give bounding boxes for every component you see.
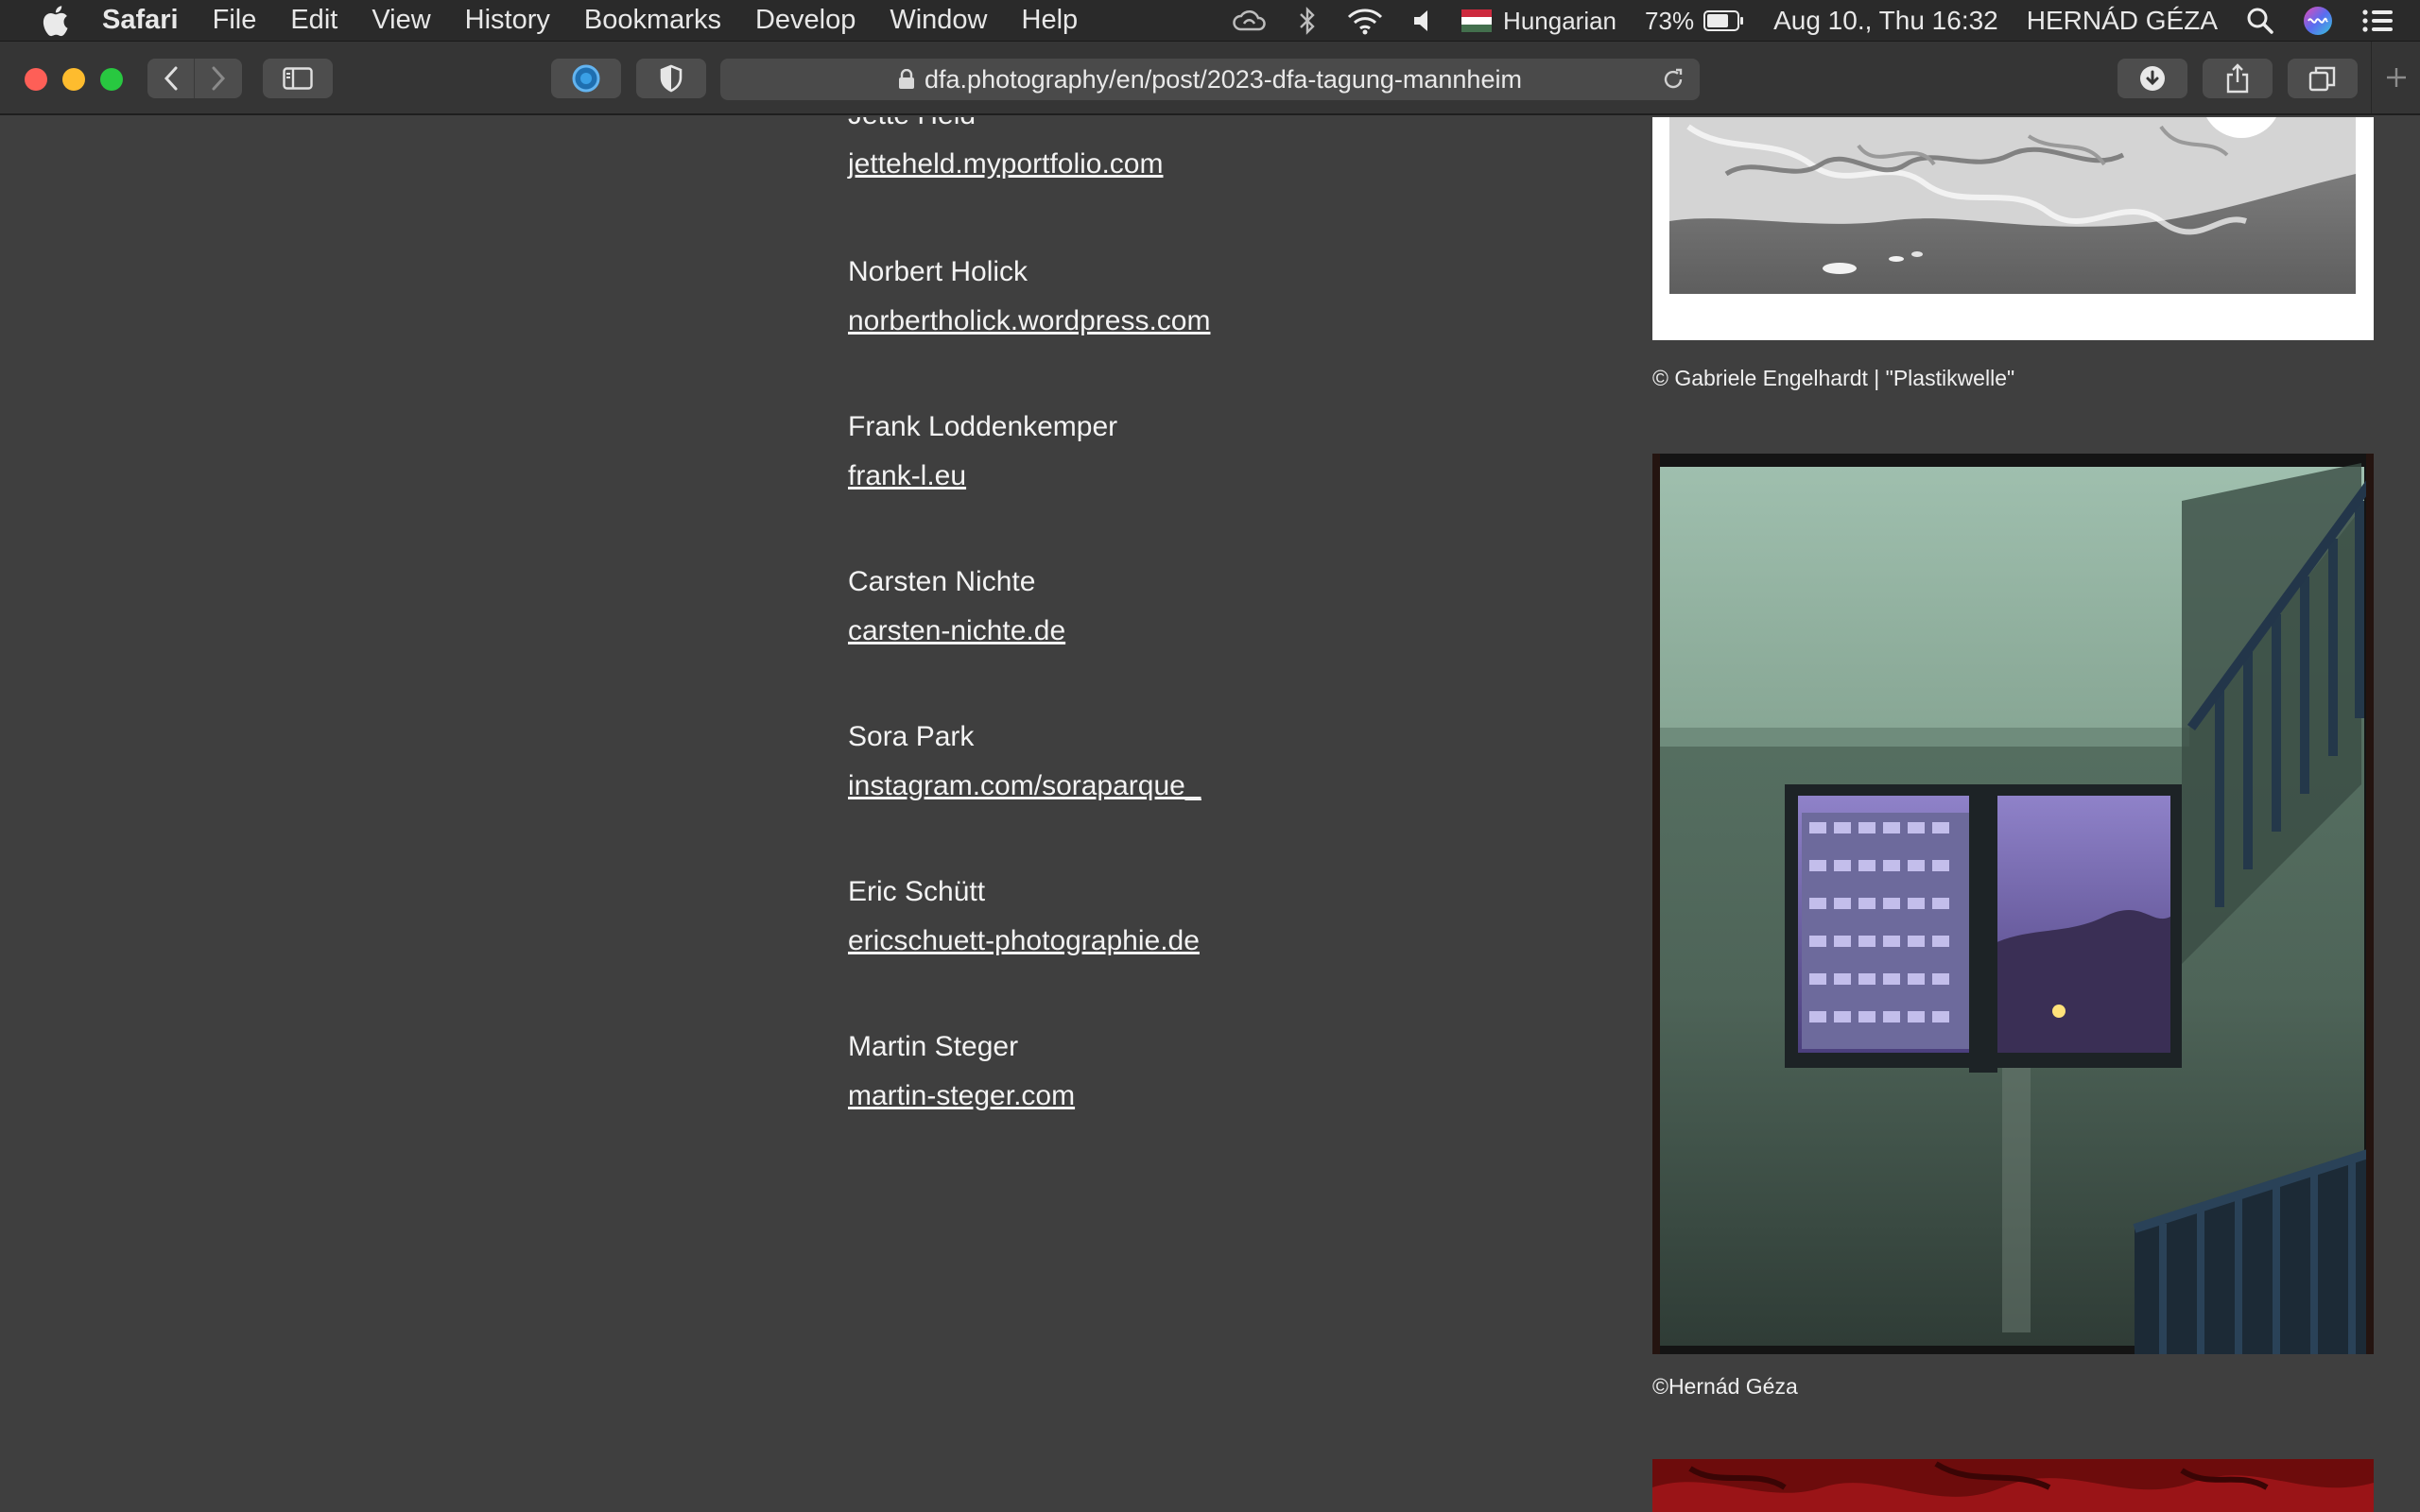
download-icon [2140,66,2165,91]
contact-name: Norbert Holick [848,256,1028,287]
contact-entry: Norbert Holick norbertholick.wordpress.c… [848,255,1210,338]
plus-icon [2386,68,2406,87]
user-menu[interactable]: HERNÁD GÉZA [2027,6,2218,36]
contact-name: Martin Steger [848,1031,1019,1062]
share-button[interactable] [2203,59,2273,98]
menu-bookmarks[interactable]: Bookmarks [584,5,721,36]
contact-link[interactable]: jetteheld.myportfolio.com [848,147,1164,181]
page-content: Jette Held jetteheld.myportfolio.com Nor… [0,117,2420,1512]
menu-safari[interactable]: Safari [102,5,179,36]
reload-button[interactable] [1660,66,1686,99]
apple-menu-icon[interactable] [38,4,72,38]
contact-name: Sora Park [848,721,975,752]
back-button[interactable] [147,59,195,98]
input-source-label: Hungarian [1503,6,1617,35]
menu-bar: Safari File Edit View History Bookmarks … [0,0,2420,42]
downloads-button[interactable] [2118,59,2187,98]
menu-develop[interactable]: Develop [755,5,856,36]
browser-toolbar: dfa.photography/en/post/2023-dfa-tagung-… [0,42,2420,115]
menu-file[interactable]: File [213,5,257,36]
chevron-right-icon [212,66,226,91]
contact-name: Carsten Nichte [848,566,1036,597]
battery-icon [1703,10,1744,31]
sidebar-toggle-button[interactable] [263,59,333,98]
photo-plastikwelle [1652,117,2374,340]
contact-link[interactable]: instagram.com/soraparque_ [848,769,1201,803]
spotlight-search-icon[interactable] [2246,7,2274,35]
new-tab-button[interactable] [2371,42,2420,113]
contact-entry: Frank Loddenkemper frank-l.eu [848,410,1117,493]
menu-view[interactable]: View [372,5,430,36]
battery-percent: 73% [1645,6,1695,35]
minimize-window-button[interactable] [62,68,85,91]
photo-caption-hernad: ©Hernád Géza [1652,1374,1798,1399]
contact-link[interactable]: martin-steger.com [848,1079,1075,1113]
contact-entry: Sora Park instagram.com/soraparque_ [848,720,1201,803]
shield-icon [660,64,683,93]
forward-button[interactable] [195,59,242,98]
contact-name: Frank Loddenkemper [848,411,1118,442]
contact-link[interactable]: norbertholick.wordpress.com [848,304,1210,338]
address-bar[interactable]: dfa.photography/en/post/2023-dfa-tagung-… [720,59,1700,100]
chevron-left-icon [164,66,177,91]
zoom-window-button[interactable] [100,68,123,91]
bluetooth-icon[interactable] [1297,7,1318,35]
tab-overview-button[interactable] [2288,59,2358,98]
tabs-icon [2308,66,2336,92]
menu-history[interactable]: History [465,5,550,36]
photo-stairwell [1652,454,2374,1354]
contact-link[interactable]: carsten-nichte.de [848,614,1065,648]
volume-icon[interactable] [1412,8,1433,34]
photo-plastikwelle-image [1669,117,2356,294]
creative-cloud-icon[interactable] [1231,7,1269,35]
contact-entry: Eric Schütt ericschuett-photographie.de [848,875,1200,958]
contact-name: Eric Schütt [848,876,986,907]
lock-icon [898,69,915,90]
sidebar-icon [283,67,313,90]
contact-entry: Jette Held jetteheld.myportfolio.com [848,117,1164,181]
contact-entry: Martin Steger martin-steger.com [848,1030,1075,1113]
share-icon [2226,63,2249,94]
menu-clock[interactable]: Aug 10., Thu 16:32 [1773,6,1998,36]
contact-link[interactable]: frank-l.eu [848,459,1117,493]
menu-window[interactable]: Window [890,5,987,36]
contact-name: Jette Held [848,117,1164,132]
input-source-menu[interactable]: Hungarian [1461,7,1616,36]
url-text: dfa.photography/en/post/2023-dfa-tagung-… [925,64,1522,94]
contact-link[interactable]: ericschuett-photographie.de [848,924,1200,958]
menu-help[interactable]: Help [1022,5,1079,36]
extension-icon [572,64,600,93]
siri-icon[interactable] [2303,6,2333,36]
photo-next [1652,1459,2374,1512]
close-window-button[interactable] [25,68,47,91]
photo-caption-plastikwelle: © Gabriele Engelhardt | "Plastikwelle" [1652,366,2015,390]
battery-menu[interactable]: 73% [1645,7,1745,36]
extension-button[interactable] [551,59,621,98]
hungarian-flag-icon [1461,9,1493,32]
menu-edit[interactable]: Edit [290,5,337,36]
back-forward-group [147,59,242,98]
wifi-icon[interactable] [1346,7,1384,35]
reload-icon [1664,68,1683,89]
notification-center-icon[interactable] [2361,8,2394,34]
contact-entry: Carsten Nichte carsten-nichte.de [848,565,1065,648]
privacy-report-button[interactable] [636,59,706,98]
